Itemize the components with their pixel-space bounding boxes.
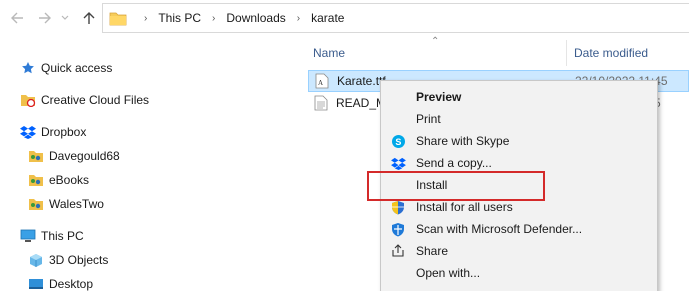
sidebar-item-desktop[interactable]: Desktop — [28, 273, 93, 291]
computer-icon — [20, 228, 36, 244]
menu-item-open-with[interactable]: Open with... — [382, 262, 657, 284]
sort-ascending-icon: ⌃ — [431, 36, 440, 47]
sidebar-item-ebooks[interactable]: eBooks — [28, 169, 89, 191]
text-file-icon — [314, 95, 330, 111]
highlight-annotation — [367, 171, 545, 201]
sidebar-item-label: Creative Cloud Files — [41, 93, 150, 107]
menu-item-share-with-skype[interactable]: S Share with Skype — [382, 130, 657, 152]
sidebar-item-label: 3D Objects — [49, 253, 109, 267]
navigation-bar: › This PC › Downloads › karate — [0, 0, 689, 36]
column-header-name[interactable]: Name — [313, 46, 345, 60]
chevron-down-icon — [61, 15, 69, 20]
menu-item-print[interactable]: Print — [382, 108, 657, 130]
shared-folder-icon — [28, 148, 44, 164]
shield-icon — [390, 199, 406, 215]
sidebar-item-walestwo[interactable]: WalesTwo — [28, 193, 104, 215]
svg-text:S: S — [395, 137, 401, 147]
column-divider[interactable] — [566, 40, 567, 66]
sidebar-item-quick-access[interactable]: Quick access — [20, 57, 112, 79]
column-header-date-modified[interactable]: Date modified — [574, 46, 648, 60]
breadcrumb-separator: › — [296, 12, 301, 24]
dropbox-icon — [390, 155, 406, 171]
svg-text:A: A — [318, 79, 323, 87]
sidebar-item-label: eBooks — [49, 173, 90, 187]
sidebar-item-label: Davegould68 — [49, 149, 120, 163]
sidebar-item-label: Quick access — [41, 61, 113, 75]
arrow-right-icon — [39, 12, 51, 24]
share-icon — [390, 243, 406, 259]
sidebar-item-this-pc[interactable]: This PC — [20, 225, 84, 247]
sidebar-item-davegould68[interactable]: Davegould68 — [28, 145, 120, 167]
skype-icon: S — [390, 133, 406, 149]
navigation-pane: Quick access Creative Cloud Files Dropbo… — [0, 36, 293, 291]
arrow-left-icon — [11, 12, 23, 24]
breadcrumb-separator: › — [144, 12, 148, 24]
font-file-icon: A — [315, 73, 331, 89]
sidebar-item-3d-objects[interactable]: 3D Objects — [28, 249, 108, 271]
sidebar-item-label: This PC — [41, 229, 84, 243]
breadcrumb-this-pc[interactable]: This PC — [158, 11, 201, 25]
sidebar-item-label: Dropbox — [41, 125, 87, 139]
file-name: READ_M — [336, 96, 387, 110]
breadcrumb-separator: › — [212, 12, 216, 24]
breadcrumb-downloads[interactable]: Downloads — [226, 11, 285, 25]
sidebar-item-creative-cloud[interactable]: Creative Cloud Files — [20, 89, 149, 111]
back-button[interactable] — [6, 6, 28, 30]
star-icon — [20, 60, 36, 76]
sidebar-item-label: Desktop — [49, 277, 94, 291]
forward-button[interactable] — [34, 6, 56, 30]
menu-item-scan-with-defender[interactable]: Scan with Microsoft Defender... — [382, 218, 657, 240]
file-name: Karate.ttf — [337, 74, 386, 88]
defender-icon — [390, 221, 406, 237]
folder-icon — [109, 11, 127, 26]
shared-folder-icon — [28, 196, 44, 212]
3d-objects-icon — [28, 252, 44, 268]
desktop-icon — [28, 276, 44, 291]
sidebar-item-label: WalesTwo — [49, 197, 104, 211]
menu-item-share[interactable]: Share — [382, 240, 657, 262]
up-button[interactable] — [78, 6, 100, 30]
sidebar-item-dropbox[interactable]: Dropbox — [20, 121, 86, 143]
dropbox-icon — [20, 124, 36, 140]
menu-item-preview[interactable]: Preview — [382, 86, 657, 108]
shared-folder-icon — [28, 172, 44, 188]
recent-locations-button[interactable] — [58, 6, 72, 30]
breadcrumb-karate[interactable]: karate — [311, 11, 344, 25]
creative-cloud-folder-icon — [20, 92, 36, 108]
arrow-up-icon — [83, 12, 95, 24]
address-bar[interactable]: › This PC › Downloads › karate — [102, 3, 689, 33]
